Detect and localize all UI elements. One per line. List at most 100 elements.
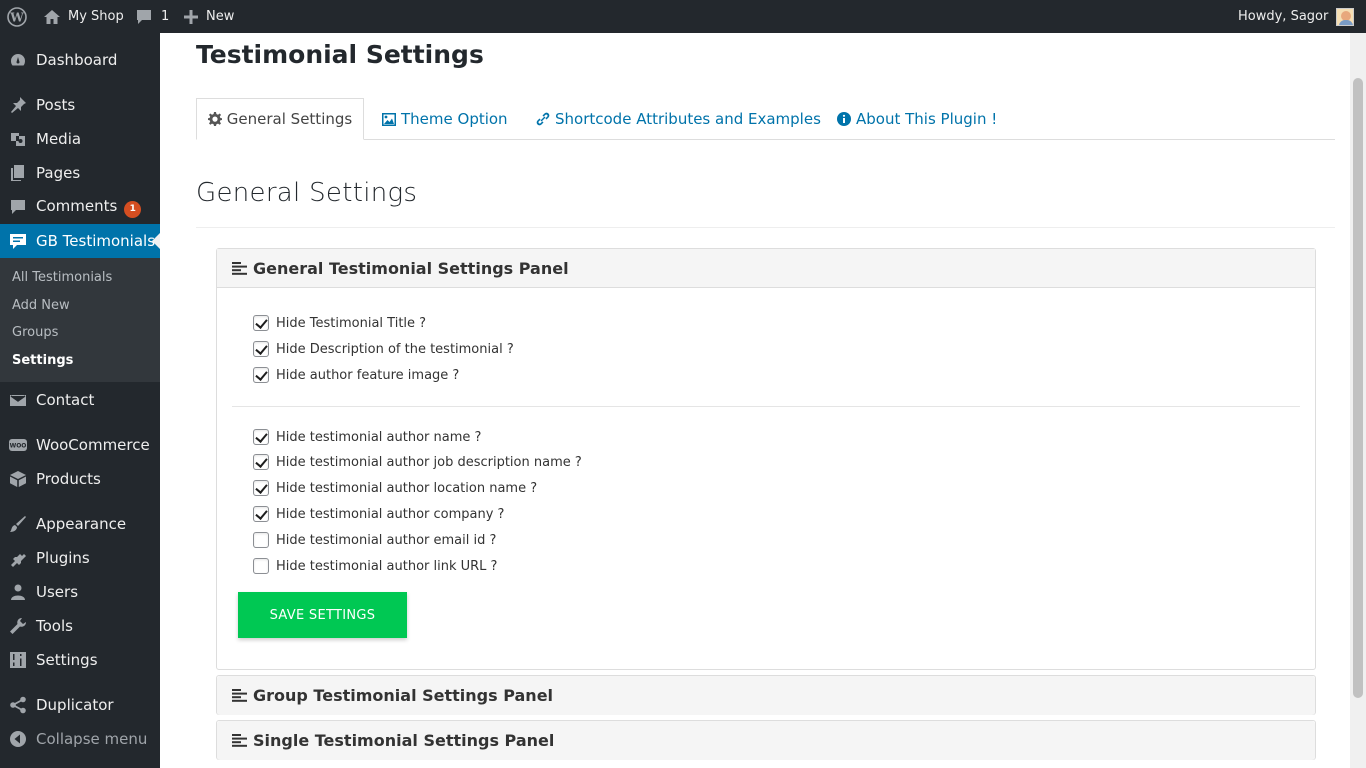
option-hide-feature-image[interactable]: Hide author feature image ? [253, 365, 459, 385]
collapse-menu-button[interactable]: Collapse menu [0, 722, 160, 756]
user-menu[interactable]: Howdy, Sagor [1238, 0, 1355, 33]
sidebar-item-label: Tools [36, 617, 73, 635]
panel-title: Group Testimonial Settings Panel [253, 686, 554, 705]
howdy-text: Howdy, Sagor [1238, 9, 1329, 24]
options-divider [232, 406, 1300, 407]
tab-general-settings[interactable]: General Settings [196, 98, 364, 140]
main-content: Testimonial Settings General Settings Th… [160, 33, 1350, 768]
sidebar-item-comments[interactable]: Comments 1 [0, 190, 160, 224]
submenu-add-new[interactable]: Add New [12, 298, 70, 313]
wrench-icon [10, 617, 27, 634]
panel-header[interactable]: Single Testimonial Settings Panel [217, 721, 1315, 760]
tab-shortcode-attributes[interactable]: Shortcode Attributes and Examples [536, 98, 821, 140]
tab-label: Shortcode Attributes and Examples [555, 110, 821, 128]
dashboard-icon [10, 54, 26, 66]
link-icon [536, 112, 550, 126]
option-hide-author-location[interactable]: Hide testimonial author location name ? [253, 478, 537, 498]
save-settings-button[interactable]: SAVE SETTINGS [238, 592, 407, 638]
option-hide-author-company[interactable]: Hide testimonial author company ? [253, 504, 504, 524]
sidebar-item-label: Duplicator [36, 696, 114, 714]
sidebar-item-media[interactable]: Media [0, 122, 160, 156]
avatar [1336, 7, 1355, 26]
sidebar-item-woocommerce[interactable]: WOO WooCommerce [0, 428, 160, 462]
scrollbar-thumb[interactable] [1353, 78, 1363, 698]
wordpress-logo-icon[interactable]: W [7, 0, 27, 33]
user-icon [11, 584, 25, 600]
sidebar-item-label: Products [36, 470, 101, 488]
submenu-all-testimonials[interactable]: All Testimonials [12, 270, 112, 285]
sidebar-item-tools[interactable]: Tools [0, 609, 160, 643]
woo-icon: WOO [9, 439, 27, 451]
box-icon [10, 471, 26, 487]
option-label: Hide testimonial author link URL ? [276, 558, 498, 574]
sidebar-item-contact[interactable]: Contact [0, 383, 160, 417]
comments-link[interactable]: 1 [135, 0, 169, 33]
tab-about-plugin[interactable]: About This Plugin ! [837, 98, 997, 140]
align-left-icon [232, 261, 247, 275]
sidebar-item-users[interactable]: Users [0, 575, 160, 609]
group-settings-panel[interactable]: Group Testimonial Settings Panel [216, 675, 1316, 715]
checkbox[interactable] [253, 480, 269, 496]
checkbox[interactable] [253, 315, 269, 331]
pages-icon [11, 165, 24, 181]
submenu-groups[interactable]: Groups [12, 325, 58, 340]
option-hide-author-name[interactable]: Hide testimonial author name ? [253, 427, 481, 447]
sidebar-item-label: Settings [36, 651, 98, 669]
option-label: Hide testimonial author job description … [276, 454, 582, 470]
sidebar-item-label: Users [36, 583, 79, 601]
checkbox[interactable] [253, 454, 269, 470]
plug-icon [11, 550, 26, 567]
home-icon [44, 9, 60, 24]
sidebar-item-dashboard[interactable]: Dashboard [0, 43, 160, 77]
new-content-link[interactable]: New [183, 0, 234, 33]
option-hide-author-link[interactable]: Hide testimonial author link URL ? [253, 556, 497, 576]
sidebar-item-label: Plugins [36, 549, 90, 567]
sidebar-item-appearance[interactable]: Appearance [0, 507, 160, 541]
align-left-icon [232, 734, 247, 747]
option-label: Hide Description of the testimonial ? [276, 341, 514, 357]
option-label: Hide testimonial author name ? [276, 429, 482, 445]
comment-icon [11, 200, 25, 214]
submenu-settings[interactable]: Settings [12, 353, 73, 368]
sidebar-item-products[interactable]: Products [0, 462, 160, 496]
option-hide-author-email[interactable]: Hide testimonial author email id ? [253, 530, 496, 550]
section-divider [196, 227, 1335, 228]
share-icon [10, 696, 26, 714]
admin-sidebar: Dashboard Posts Media Pages Comments 1 GB… [0, 33, 160, 768]
checkbox[interactable] [253, 367, 269, 383]
general-settings-panel: General Testimonial Settings Panel Hide … [216, 248, 1316, 670]
checkbox[interactable] [253, 429, 269, 445]
gear-icon [207, 112, 222, 126]
option-hide-author-job[interactable]: Hide testimonial author job description … [253, 452, 582, 472]
sidebar-item-label: Comments [36, 196, 118, 215]
option-hide-title[interactable]: Hide Testimonial Title ? [253, 313, 426, 333]
media-icon [11, 133, 25, 146]
info-icon [837, 112, 851, 126]
checkbox[interactable] [253, 558, 269, 574]
page-title: Testimonial Settings [196, 40, 484, 69]
sidebar-item-pages[interactable]: Pages [0, 156, 160, 190]
sidebar-item-posts[interactable]: Posts [0, 88, 160, 122]
sliders-icon [10, 652, 26, 668]
option-hide-description[interactable]: Hide Description of the testimonial ? [253, 339, 514, 359]
sidebar-item-label: Appearance [36, 515, 127, 533]
sidebar-item-label: Dashboard [36, 51, 118, 69]
panel-header[interactable]: General Testimonial Settings Panel [217, 249, 1315, 288]
checkbox[interactable] [253, 341, 269, 357]
checkbox[interactable] [253, 532, 269, 548]
collapse-icon [10, 731, 26, 747]
sidebar-item-duplicator[interactable]: Duplicator [0, 688, 160, 722]
testimonial-icon [10, 234, 26, 249]
sidebar-item-settings[interactable]: Settings [0, 643, 160, 677]
tab-theme-option[interactable]: Theme Option [382, 98, 508, 140]
single-settings-panel[interactable]: Single Testimonial Settings Panel [216, 720, 1316, 760]
site-home-link[interactable]: My Shop [43, 0, 124, 33]
mail-icon [10, 395, 26, 406]
brush-icon [10, 516, 26, 532]
panel-title: General Testimonial Settings Panel [253, 258, 569, 278]
checkbox[interactable] [253, 506, 269, 522]
sidebar-item-gb-testimonials[interactable]: GB Testimonials [0, 224, 160, 258]
sidebar-item-plugins[interactable]: Plugins [0, 541, 160, 575]
panel-header[interactable]: Group Testimonial Settings Panel [217, 676, 1315, 715]
option-label: Hide author feature image ? [276, 367, 460, 383]
